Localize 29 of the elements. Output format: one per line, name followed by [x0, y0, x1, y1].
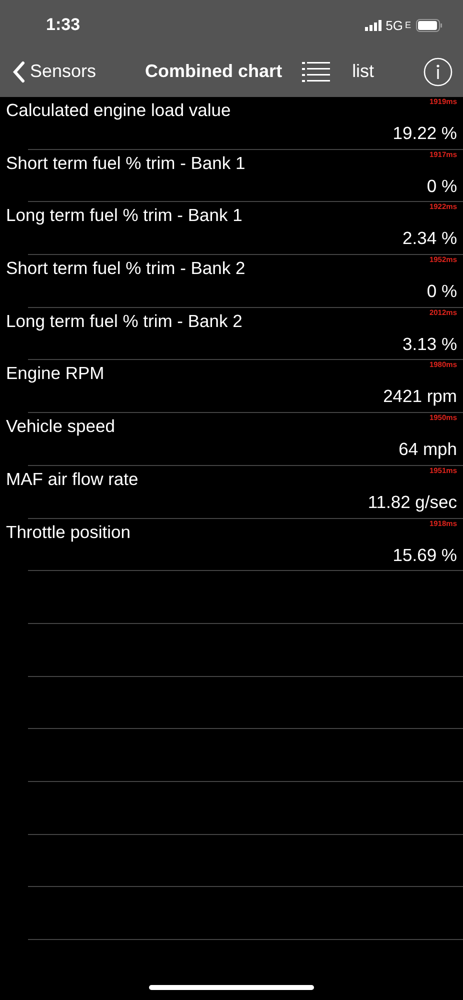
- sensor-name: Calculated engine load value: [6, 100, 231, 121]
- sensor-value: 0 %: [426, 281, 458, 302]
- sensor-name: MAF air flow rate: [6, 468, 138, 490]
- sensor-name: Throttle position: [6, 522, 131, 542]
- sensor-name: Short term fuel % trim - Bank 1: [6, 152, 246, 174]
- list-icon[interactable]: [302, 60, 330, 82]
- info-button[interactable]: [423, 56, 453, 86]
- network-label: 5G: [386, 18, 403, 32]
- sensor-value: 0 %: [426, 176, 458, 197]
- status-time: 1:33: [46, 15, 80, 35]
- sensor-value: 11.82 g/sec: [368, 492, 458, 513]
- sensor-value: 64 mph: [398, 439, 458, 460]
- sensor-value: 3.13 %: [402, 334, 458, 355]
- chevron-left-icon: [12, 60, 26, 82]
- sensor-name: Short term fuel % trim - Bank 2: [6, 258, 246, 280]
- battery-icon: [416, 18, 443, 32]
- sensor-name: Engine RPM: [6, 363, 104, 384]
- sensor-value: 2.34 %: [402, 228, 458, 250]
- back-button[interactable]: Sensors: [12, 60, 96, 82]
- sensor-value: 2421 rpm: [383, 386, 458, 408]
- signal-icon: [364, 20, 382, 30]
- screen-title: Combined chart: [145, 61, 282, 82]
- sensor-name: Long term fuel % trim - Bank 1: [6, 205, 242, 226]
- sensor-name: Vehicle speed: [6, 416, 115, 438]
- sensor-name: Long term fuel % trim - Bank 2: [6, 310, 242, 332]
- list-button[interactable]: list: [352, 61, 374, 82]
- network-suffix: E: [404, 20, 411, 30]
- sensor-value: 15.69 %: [392, 544, 458, 566]
- sensor-value: 19.22 %: [392, 123, 458, 144]
